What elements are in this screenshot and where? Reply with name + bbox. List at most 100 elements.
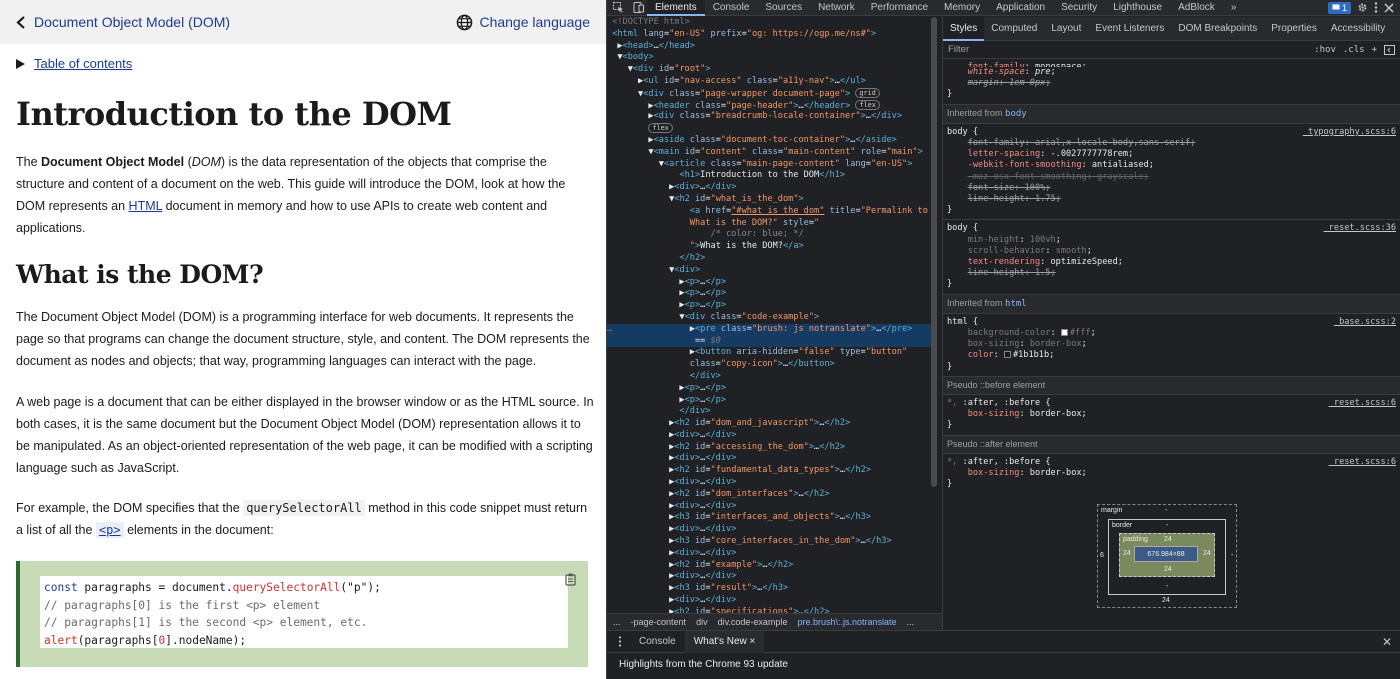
html-link[interactable]: HTML [129, 199, 163, 213]
drawer-tab-console[interactable]: Console [630, 631, 685, 653]
dom-node[interactable]: ▶<div>…</div> [607, 571, 937, 583]
gear-icon[interactable] [1357, 2, 1368, 13]
dom-node[interactable]: </h2> [607, 253, 937, 265]
breadcrumb-item[interactable]: ... [907, 617, 915, 627]
kebab-menu-icon[interactable] [1374, 2, 1378, 13]
dom-node[interactable]: ▶<head>…</head> [607, 41, 937, 53]
breadcrumb-item[interactable]: div [696, 617, 708, 627]
tab-layout[interactable]: Layout [1044, 17, 1088, 41]
css-selector[interactable]: body {_typography.scss:6 [943, 127, 1400, 138]
dom-node[interactable]: /* color: blue; */ [607, 229, 937, 241]
dom-node[interactable]: ▶<h2 id="dom_and_javascript">…</h2> [607, 418, 937, 430]
dom-node[interactable]: ▶<div>…</div> [607, 430, 937, 442]
css-decl[interactable]: min-height: 100vh; [943, 235, 1400, 246]
css-decl[interactable]: letter-spacing: -.0027777778rem; [943, 149, 1400, 160]
tab-console[interactable]: Console [705, 0, 758, 16]
dom-node[interactable]: ▶<div>…</div> [607, 182, 937, 194]
dom-node[interactable]: ▼<div class="page-wrapper document-page"… [607, 87, 937, 100]
cls-toggle[interactable]: .cls [1343, 45, 1365, 55]
dom-node[interactable]: ▼<div> [607, 265, 937, 277]
tab-event-listeners[interactable]: Event Listeners [1088, 17, 1171, 41]
dom-node[interactable]: ▶<h3 id="core_interfaces_in_the_dom">…</… [607, 536, 937, 548]
dom-node[interactable]: ▶<aside class="document-toc-container">…… [607, 135, 937, 147]
css-selector[interactable]: *, :after, :before {_reset.scss:6 [943, 398, 1400, 409]
dom-node[interactable]: What is the DOM?" style=" [607, 218, 937, 230]
padding-top-value[interactable]: 24 [1164, 536, 1172, 543]
tab-computed[interactable]: Computed [984, 17, 1044, 41]
dom-node[interactable]: ▶<h2 id="fundamental_data_types">…</h2> [607, 465, 937, 477]
kebab-menu-icon[interactable] [618, 636, 622, 647]
dom-node[interactable]: ▶<div class="breadcrumb-locale-container… [607, 111, 937, 123]
dom-node[interactable]: ▶<h2 id="accessing_the_dom">…</h2> [607, 442, 937, 454]
css-decl[interactable]: background-color: #fff; [943, 328, 1400, 339]
dom-node-selected[interactable]: == $0 [607, 335, 937, 348]
tab-elements[interactable]: Elements [647, 0, 705, 16]
dom-node[interactable]: class="copy-icon">…</button> [607, 359, 937, 371]
dom-node[interactable]: ▶<h3 id="result">…</h3> [607, 583, 937, 595]
tab-application[interactable]: Application [988, 0, 1053, 16]
css-decl[interactable]: font-family: arial,x-locale-body,sans-se… [943, 138, 1400, 149]
tab-sources[interactable]: Sources [757, 0, 810, 16]
breadcrumb-item[interactable]: ... [613, 617, 621, 627]
inspect-element-icon[interactable] [609, 0, 627, 16]
dom-node[interactable]: ▶<h2 id="example">…</h2> [607, 560, 937, 572]
dom-node[interactable]: ▼<div id="root"> [607, 64, 937, 76]
breadcrumb-item[interactable]: -page-content [631, 617, 687, 627]
close-icon[interactable]: × [750, 636, 756, 647]
border-bottom-value[interactable]: - [1166, 583, 1168, 590]
dom-node[interactable]: </div> [607, 371, 937, 383]
tab-dom-breakpoints[interactable]: DOM Breakpoints [1171, 17, 1264, 41]
table-of-contents-toggle[interactable]: Table of contents [16, 56, 132, 71]
dom-node[interactable]: ▶<p>…</p> [607, 383, 937, 395]
margin-top-value[interactable]: - [1165, 507, 1167, 514]
tab-adblock[interactable]: AdBlock [1170, 0, 1223, 16]
padding-left-value[interactable]: 24 [1123, 550, 1131, 557]
css-decl[interactable]: line-height: 1.5; [943, 268, 1400, 279]
dom-node[interactable]: ▶<h2 id="dom_interfaces">…</h2> [607, 489, 937, 501]
margin-bottom-value[interactable]: 24 [1162, 597, 1170, 604]
tab-accessibility[interactable]: Accessibility [1324, 17, 1392, 41]
css-selector[interactable]: body {_reset.scss:36 [943, 223, 1400, 234]
dom-node[interactable]: ▶<div>…</div> [607, 453, 937, 465]
tab-lighthouse[interactable]: Lighthouse [1105, 0, 1170, 16]
table-of-contents-link[interactable]: Table of contents [34, 56, 132, 71]
breadcrumb-item-active[interactable]: pre.brush\:.js.notranslate [797, 617, 896, 627]
dom-node[interactable]: ▶<div>…</div> [607, 477, 937, 489]
hov-toggle[interactable]: :hov [1314, 45, 1336, 55]
change-language-button[interactable]: Change language [456, 14, 590, 31]
close-drawer-icon[interactable]: ✕ [1382, 635, 1392, 649]
dom-node[interactable]: ▼<main id="content" class="main-content"… [607, 147, 937, 159]
dom-node[interactable]: ▶<header class="page-header">…</header> … [607, 99, 937, 112]
css-decl[interactable]: box-sizing: border-box; [943, 339, 1400, 350]
css-decl[interactable]: box-sizing: border-box; [943, 409, 1400, 420]
padding-right-value[interactable]: 24 [1203, 550, 1211, 557]
css-selector[interactable]: html {_base.scss:2 [943, 317, 1400, 328]
dom-node[interactable]: ▶<p>…</p> [607, 300, 937, 312]
css-decl[interactable]: line-height: 1.75; [943, 194, 1400, 205]
dom-node[interactable]: flex [607, 123, 937, 135]
border-top-value[interactable]: - [1166, 522, 1168, 529]
css-decl[interactable]: text-rendering: optimizeSpeed; [943, 257, 1400, 268]
copy-icon[interactable] [565, 573, 576, 586]
dom-node[interactable]: </div> [607, 406, 937, 418]
dom-node-selected[interactable]: … ▶<pre class="brush: js notranslate">…<… [607, 323, 937, 336]
css-decl[interactable]: -moz-osx-font-smoothing: grayscale; [943, 172, 1400, 183]
css-decl[interactable]: white-space: pre; [943, 67, 1400, 78]
margin-left-value[interactable]: 6 [1100, 552, 1104, 559]
dom-node[interactable]: ▼<div class="code-example"> [607, 312, 937, 324]
css-decl[interactable]: box-sizing: border-box; [943, 468, 1400, 479]
dom-node[interactable]: <!DOCTYPE html> [607, 17, 937, 29]
dom-node[interactable]: ▶<div>…</div> [607, 548, 937, 560]
dom-node[interactable]: ▶<p>…</p> [607, 277, 937, 289]
dom-node[interactable]: ▶<p>…</p> [607, 288, 937, 300]
dom-node[interactable]: ▶<ul id="nav-access" class="a11y-nav">…<… [607, 76, 937, 88]
sidebar-toggle-icon[interactable] [1384, 44, 1395, 55]
add-rule-icon[interactable]: + [1372, 45, 1377, 55]
css-selector[interactable]: *, :after, :before {_reset.scss:6 [943, 457, 1400, 468]
more-tabs-button[interactable]: » [1223, 0, 1245, 16]
dom-node[interactable]: <html lang="en-US" prefix="og: https://o… [607, 29, 937, 41]
tab-memory[interactable]: Memory [936, 0, 988, 16]
dom-node[interactable]: ▼<h2 id="what_is_the_dom"> [607, 194, 937, 206]
p-element-link[interactable]: <p> [95, 522, 124, 538]
drawer-tab-whats-new[interactable]: What's New × [684, 630, 765, 653]
